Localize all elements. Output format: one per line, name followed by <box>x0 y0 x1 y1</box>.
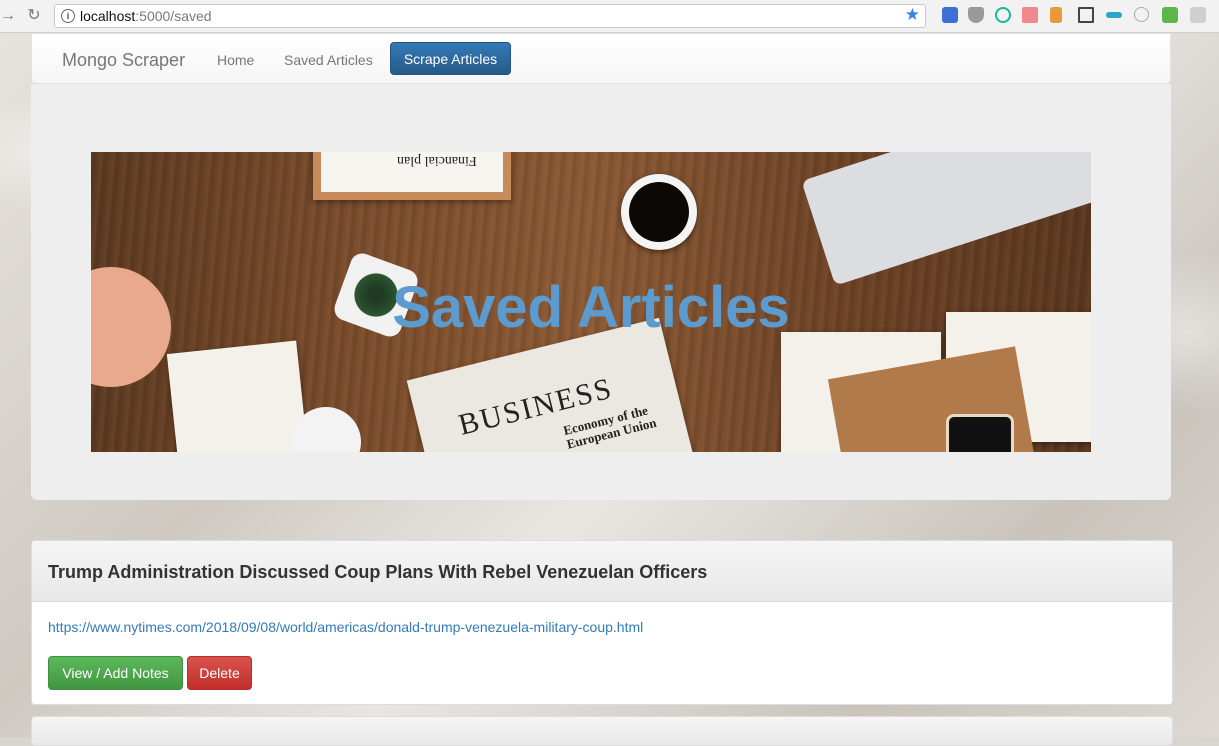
article-panel: Trump Administration Discussed Coup Plan… <box>31 540 1173 705</box>
delete-button[interactable]: Delete <box>187 656 252 690</box>
nav-saved-articles[interactable]: Saved Articles <box>284 52 373 68</box>
address-bar[interactable]: i localhost:5000/saved ★ <box>54 4 926 28</box>
forward-icon[interactable]: → <box>0 6 18 26</box>
reload-icon[interactable]: ↻ <box>24 6 44 26</box>
jumbotron: Financial plan BUSINESS Economy of the E… <box>31 84 1171 500</box>
article-title: Trump Administration Discussed Coup Plan… <box>48 562 708 582</box>
clipboard-image: Financial plan <box>313 152 511 200</box>
extension-icon-7[interactable] <box>1190 7 1206 23</box>
notepad-image <box>166 340 310 452</box>
url-host: localhost <box>80 8 136 24</box>
view-add-notes-button[interactable]: View / Add Notes <box>48 656 183 690</box>
extension-icon-3[interactable] <box>1022 7 1038 23</box>
url-text[interactable]: localhost:5000/saved <box>80 8 212 24</box>
navbar-brand[interactable]: Mongo Scraper <box>62 50 185 71</box>
screenshot-icon[interactable] <box>1078 7 1094 23</box>
extension-icon-1[interactable] <box>942 7 958 23</box>
article-link[interactable]: https://www.nytimes.com/2018/09/08/world… <box>48 619 643 635</box>
hero-image: Financial plan BUSINESS Economy of the E… <box>91 152 1091 452</box>
page-title: Saved Articles <box>392 275 790 340</box>
phone-image <box>946 414 1014 452</box>
clipboard-text: Financial plan <box>397 153 477 168</box>
extension-icon-4[interactable] <box>1050 7 1062 23</box>
scrape-articles-button[interactable]: Scrape Articles <box>390 42 511 75</box>
extension-icon-6[interactable] <box>1134 7 1149 22</box>
cors-icon[interactable] <box>1162 7 1178 23</box>
coffee <box>629 182 689 242</box>
coffee-cup-image <box>621 174 697 250</box>
nav-home[interactable]: Home <box>217 52 254 68</box>
browser-toolbar: → ↻ i localhost:5000/saved ★ <box>0 0 1219 33</box>
bookmark-star-icon[interactable]: ★ <box>905 5 920 25</box>
navbar: Mongo Scraper Home Saved Articles Scrape… <box>31 33 1171 84</box>
info-icon[interactable]: i <box>61 9 75 23</box>
extension-icon-2[interactable] <box>995 7 1011 23</box>
shield-icon[interactable] <box>968 7 984 23</box>
article-panel-2 <box>31 716 1173 746</box>
laptop-image <box>801 152 1091 286</box>
extension-icon-5[interactable] <box>1106 12 1122 18</box>
article-panel-heading: Trump Administration Discussed Coup Plan… <box>32 541 1172 602</box>
url-path: :5000/saved <box>135 8 212 24</box>
